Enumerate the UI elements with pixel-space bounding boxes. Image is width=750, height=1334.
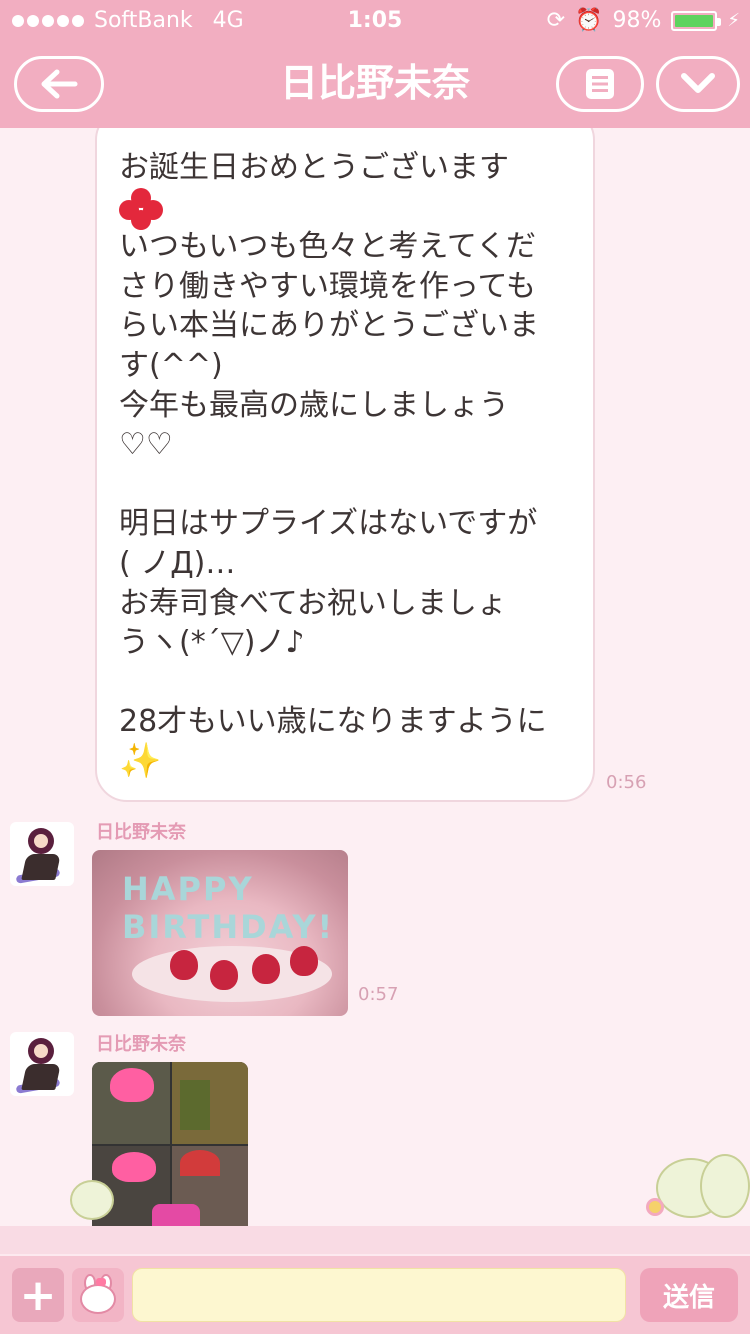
sparkles-emoji-icon: ✨ bbox=[119, 740, 162, 781]
message-line: ( ノД)… bbox=[119, 545, 236, 581]
message-line bbox=[119, 187, 571, 230]
message-line: さり働きやすい環境を作っても bbox=[119, 268, 536, 304]
back-arrow-icon bbox=[41, 69, 78, 99]
back-button[interactable] bbox=[14, 56, 104, 112]
chat-area[interactable]: お誕生日おめとうございます いつもいつも色々と考えてくだ さり働きやすい環境を作… bbox=[0, 128, 750, 1254]
message-line: 明日はサプライズはないですが bbox=[119, 506, 538, 542]
message-line: らい本当にありがとうございま bbox=[119, 308, 539, 344]
charging-icon: ⚡ bbox=[727, 10, 740, 31]
message-blank bbox=[119, 465, 571, 505]
message-line: お誕生日おめとうございます bbox=[119, 150, 509, 185]
alarm-icon: ⏰ bbox=[575, 8, 603, 33]
message-line: 今年も最高の歳にしましょう bbox=[119, 387, 509, 423]
menu-button[interactable] bbox=[556, 56, 644, 112]
plus-icon: + bbox=[19, 1269, 57, 1321]
message-time: 0:56 bbox=[606, 772, 647, 793]
clover-emoji-icon bbox=[119, 187, 163, 230]
battery-percent: 98% bbox=[612, 8, 662, 33]
flower-decoration bbox=[646, 1198, 664, 1216]
avatar[interactable] bbox=[10, 1032, 74, 1096]
chat-title: 日比野未奈 bbox=[279, 61, 470, 105]
message-line: いつもいつも色々と考えてくだ bbox=[119, 229, 536, 265]
add-button[interactable]: + bbox=[12, 1268, 64, 1322]
sticker-button[interactable] bbox=[72, 1268, 124, 1322]
message-time: 0:57 bbox=[358, 984, 399, 1005]
message-line: 28才もいい歳になりますように bbox=[119, 704, 547, 740]
chevron-down-icon bbox=[681, 73, 715, 93]
battery-icon bbox=[671, 10, 722, 31]
tree-decoration bbox=[70, 1180, 114, 1220]
send-button[interactable]: 送信 bbox=[640, 1268, 738, 1322]
message-line: す(^^) bbox=[119, 347, 223, 383]
birthday-cake-photo[interactable]: HAPPY BIRTHDAY! bbox=[92, 850, 348, 1016]
dropdown-button[interactable] bbox=[656, 56, 740, 112]
cake-letters: HAPPY BIRTHDAY! bbox=[122, 870, 335, 946]
message-blank bbox=[119, 663, 571, 703]
menu-icon bbox=[586, 69, 614, 99]
ground-decoration bbox=[0, 1226, 750, 1254]
message-line: うヽ(*´▽)ノ♪ bbox=[119, 625, 305, 661]
input-bar: + 送信 bbox=[0, 1256, 750, 1334]
message-line: ♡♡ bbox=[119, 427, 173, 463]
status-bar: SoftBank 4G 1:05 ⟳ ⏰ 98% ⚡ bbox=[0, 0, 750, 40]
sender-name: 日比野未奈 bbox=[96, 822, 186, 843]
message-bubble-text[interactable]: お誕生日おめとうございます いつもいつも色々と考えてくだ さり働きやすい環境を作… bbox=[95, 128, 595, 802]
sender-name: 日比野未奈 bbox=[96, 1034, 186, 1055]
tree-decoration bbox=[700, 1154, 750, 1218]
battery-fill bbox=[675, 14, 713, 27]
nav-bar: 日比野未奈 bbox=[0, 40, 750, 128]
status-right: ⟳ ⏰ 98% ⚡ bbox=[547, 8, 740, 33]
message-input[interactable] bbox=[132, 1268, 626, 1322]
rotation-lock-icon: ⟳ bbox=[546, 8, 566, 33]
avatar[interactable] bbox=[10, 822, 74, 886]
message-line: お寿司食べてお祝いしましょ bbox=[119, 585, 507, 621]
